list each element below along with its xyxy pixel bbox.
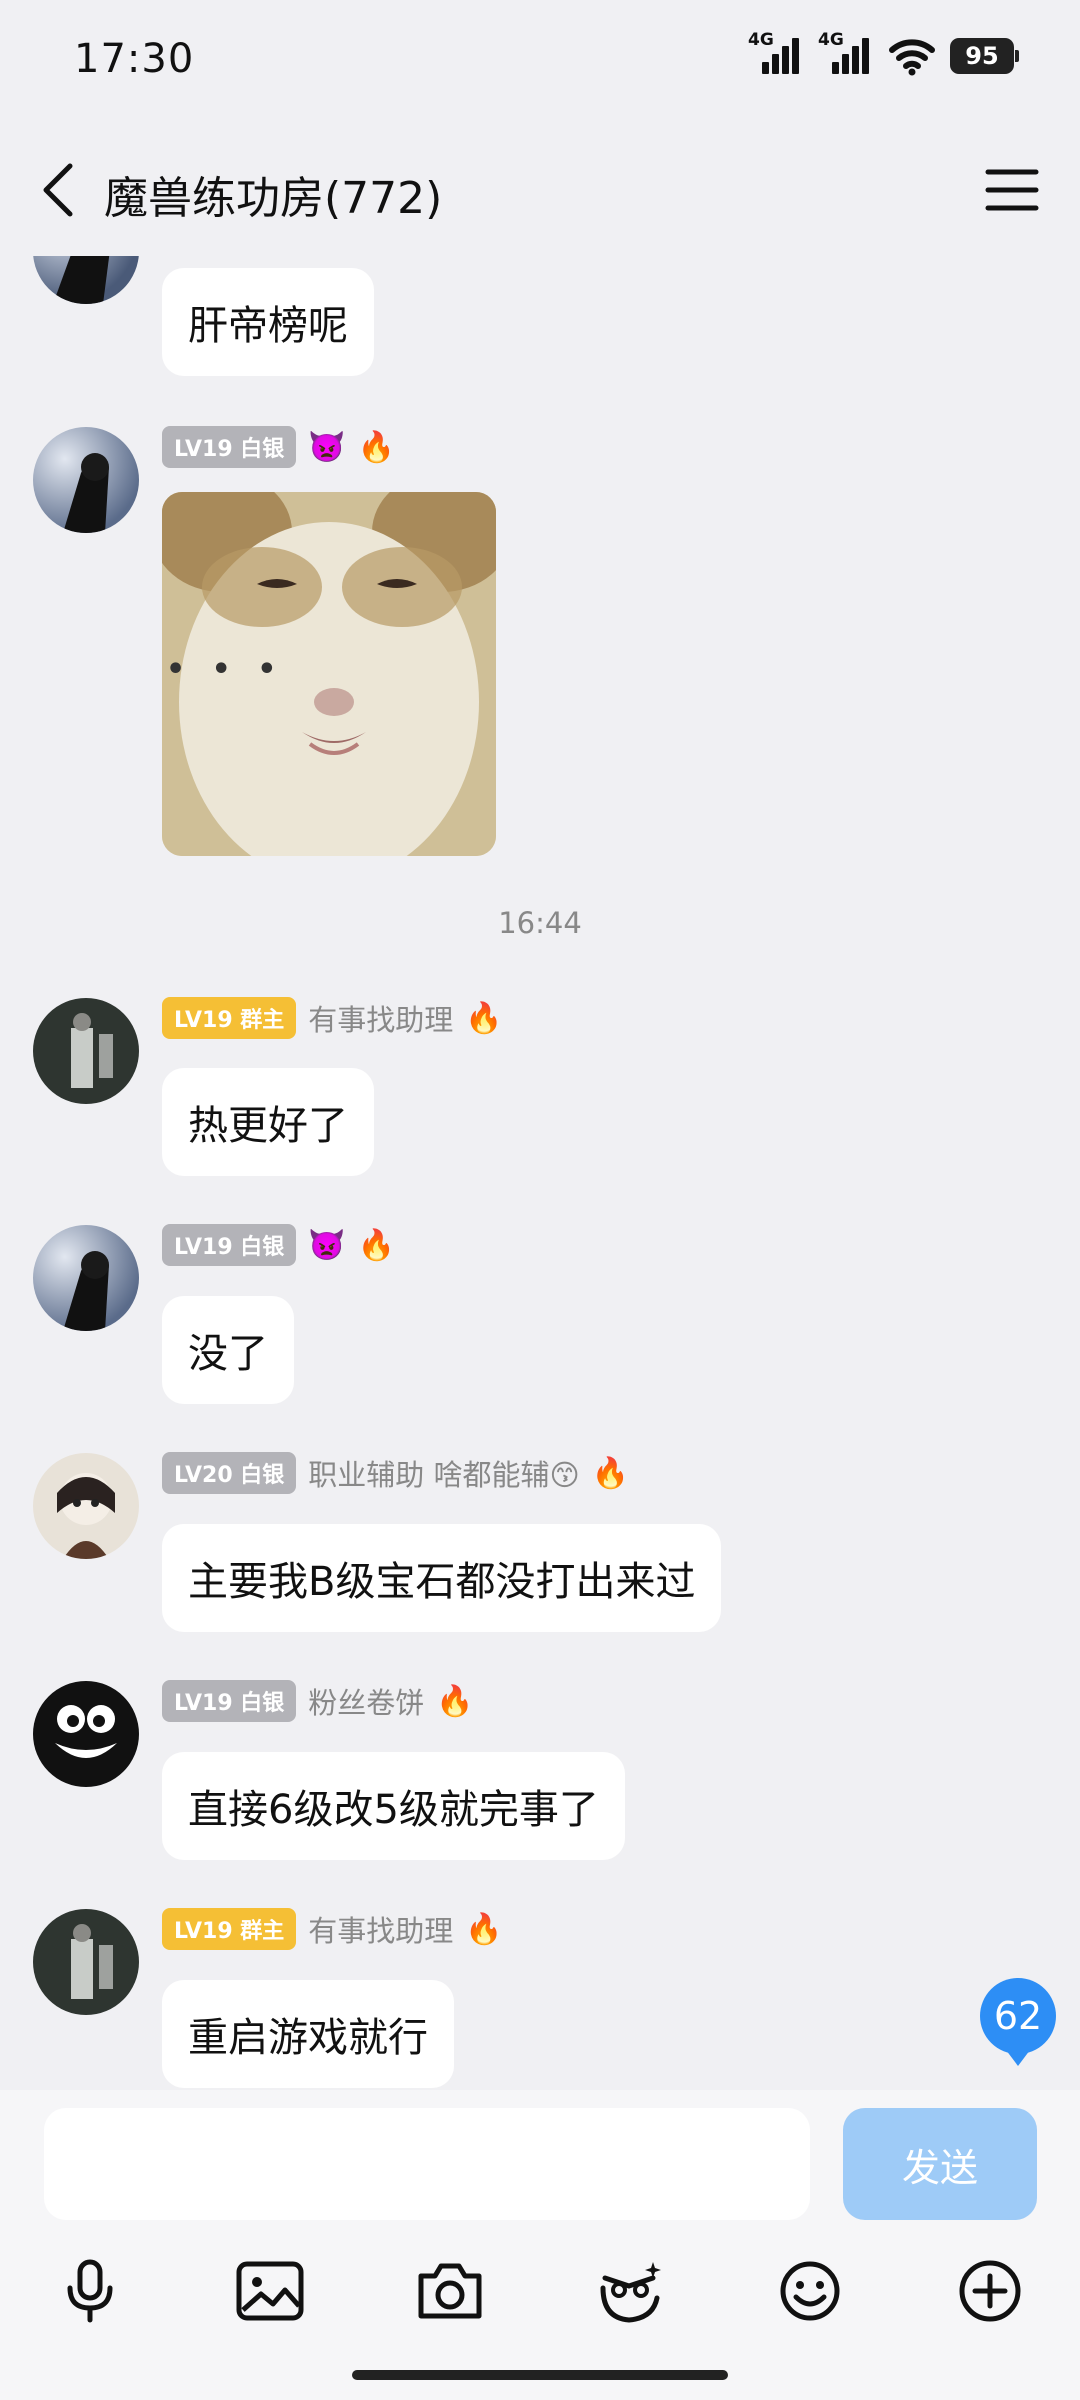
message-bubble[interactable]: 肝帝榜呢: [162, 268, 374, 376]
level-badge: LV20 白银: [162, 1452, 297, 1494]
voice-button[interactable]: [45, 2246, 135, 2336]
sender-info: LV20 白银 职业辅助 啥都能辅😙 🔥: [162, 1452, 629, 1494]
devil-emoji-icon: 👿: [308, 429, 346, 465]
message-bubble[interactable]: 直接6级改5级就完事了: [162, 1752, 625, 1860]
camera-icon: [418, 2263, 482, 2319]
message-list[interactable]: 肝帝榜呢 LV19 白银 👿 🔥 • • • 16:44 LV19 群主 有事找…: [0, 256, 1080, 2090]
sticker-button[interactable]: [585, 2246, 675, 2336]
avatar[interactable]: [33, 1453, 139, 1559]
devil-emoji-icon: 👿: [308, 1227, 346, 1263]
sticker-caption: • • •: [166, 652, 285, 687]
status-time: 17:30: [74, 36, 195, 82]
status-bar: 17:30 4G 4G 95: [0, 0, 1080, 120]
sender-nickname[interactable]: 粉丝卷饼: [308, 1680, 424, 1722]
battery-indicator: 95: [950, 38, 1019, 74]
message-bubble[interactable]: 重启游戏就行: [162, 1980, 454, 2088]
avatar[interactable]: [33, 427, 139, 533]
more-button[interactable]: [945, 2246, 1035, 2336]
fire-icon: 🔥: [465, 1000, 503, 1036]
cellular-signal-icon: 4G: [818, 30, 874, 78]
sender-nickname[interactable]: 职业辅助 啥都能辅😙: [308, 1452, 579, 1494]
input-bar: 发送: [0, 2090, 1080, 2400]
message-bubble[interactable]: 主要我B级宝石都没打出来过: [162, 1524, 722, 1632]
sender-info: LV19 白银 👿 🔥: [162, 1224, 395, 1266]
level-badge: LV19 白银: [162, 1224, 297, 1266]
level-badge: LV19 白银: [162, 1680, 297, 1722]
unread-count-badge[interactable]: 62: [980, 1978, 1056, 2066]
message-timestamp: 16:44: [498, 906, 582, 940]
message-bubble[interactable]: 热更好了: [162, 1068, 374, 1176]
network-type-label: 4G: [748, 30, 774, 50]
emoji-button[interactable]: [765, 2246, 855, 2336]
chevron-left-icon: [43, 163, 73, 217]
hamburger-menu-icon: [985, 169, 1039, 211]
fire-icon: 🔥: [357, 429, 396, 465]
microphone-icon: [67, 2259, 113, 2323]
avatar[interactable]: [33, 998, 139, 1104]
fire-icon: 🔥: [357, 1227, 396, 1263]
avatar[interactable]: [33, 1681, 139, 1787]
sender-info: LV19 白银 粉丝卷饼 🔥: [162, 1680, 474, 1722]
image-icon: [236, 2261, 304, 2321]
sender-nickname[interactable]: 有事找助理: [308, 1908, 453, 1950]
chat-title[interactable]: 魔兽练功房(772): [104, 162, 442, 226]
sticker-icon: [600, 2262, 661, 2323]
message-input[interactable]: [44, 2108, 810, 2220]
photo-button[interactable]: [225, 2246, 315, 2336]
avatar[interactable]: [33, 1909, 139, 2015]
emoji-icon: [780, 2261, 840, 2321]
camera-button[interactable]: [405, 2246, 495, 2336]
fire-icon: 🔥: [436, 1683, 474, 1719]
sender-info: LV19 白银 👿 🔥: [162, 426, 395, 468]
fire-icon: 🔥: [465, 1911, 503, 1947]
avatar[interactable]: [33, 256, 139, 304]
network-type-label: 4G: [818, 30, 844, 50]
chat-header: 魔兽练功房(772): [0, 120, 1080, 256]
menu-button[interactable]: [984, 164, 1040, 216]
wifi-icon: [889, 39, 935, 76]
sender-nickname[interactable]: 有事找助理: [308, 997, 453, 1039]
send-button[interactable]: 发送: [843, 2108, 1037, 2220]
message-bubble[interactable]: 没了: [162, 1296, 294, 1404]
level-badge: LV19 白银: [162, 426, 297, 468]
fire-icon: 🔥: [591, 1455, 630, 1491]
sticker-image[interactable]: • • •: [162, 492, 496, 856]
sender-info: LV19 群主 有事找助理 🔥: [162, 1908, 503, 1950]
status-icons: 4G 4G 95: [748, 30, 1019, 78]
input-toolbar: [0, 2246, 1080, 2346]
cellular-signal-icon: 4G: [748, 30, 804, 78]
avatar[interactable]: [33, 1225, 139, 1331]
home-indicator[interactable]: [352, 2370, 728, 2380]
back-button[interactable]: [30, 154, 100, 224]
level-badge: LV19 群主: [162, 1908, 297, 1950]
level-badge: LV19 群主: [162, 997, 297, 1039]
plus-icon: [959, 2260, 1021, 2322]
sender-info: LV19 群主 有事找助理 🔥: [162, 997, 503, 1039]
